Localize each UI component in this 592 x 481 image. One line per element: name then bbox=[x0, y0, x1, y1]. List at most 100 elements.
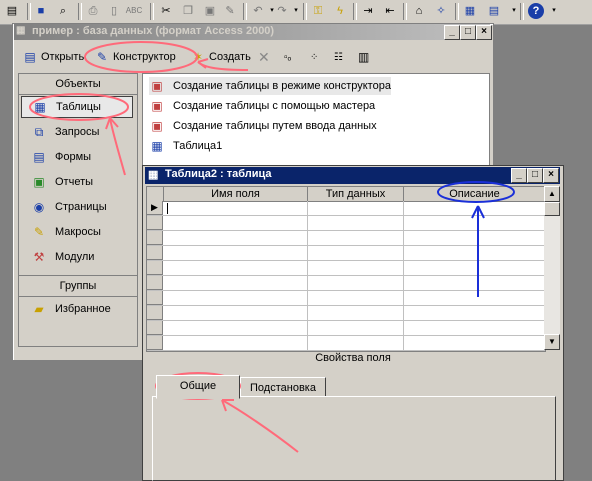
table-icon: ▦ bbox=[34, 100, 46, 114]
query-icon: ⧉ bbox=[34, 124, 44, 139]
nav-item-reports[interactable]: ▣ Отчеты bbox=[21, 171, 133, 193]
close-button[interactable]: × bbox=[543, 168, 559, 183]
design-icon: ✎ bbox=[96, 50, 108, 64]
grid-row[interactable] bbox=[147, 245, 545, 246]
tab-general[interactable]: Общие bbox=[156, 375, 240, 399]
details-view-icon[interactable]: ▥ bbox=[358, 48, 369, 66]
grid-row[interactable] bbox=[147, 305, 545, 306]
grid-row[interactable] bbox=[147, 320, 545, 321]
create-button[interactable]: ✶ Создать bbox=[190, 48, 251, 66]
grid-column-divider bbox=[403, 201, 404, 351]
nav-item-macros[interactable]: ✎ Макросы bbox=[21, 221, 133, 243]
small-icons-icon[interactable]: ⁘ bbox=[310, 48, 318, 66]
nav-item-label: Формы bbox=[55, 151, 92, 163]
report-icon: ▣ bbox=[33, 175, 45, 189]
list-item[interactable]: ▣ Создание таблицы с помощью мастера bbox=[149, 97, 375, 115]
key-icon[interactable]: ⚿ bbox=[310, 3, 326, 19]
scroll-up-button[interactable]: ▲ bbox=[544, 186, 560, 202]
paste-icon[interactable]: ▣ bbox=[202, 3, 218, 19]
nav-item-tables[interactable]: ▦ Таблицы bbox=[21, 96, 133, 118]
save-icon[interactable]: ■ bbox=[33, 3, 49, 19]
properties-icon[interactable]: ⌂ bbox=[411, 3, 427, 19]
grid-row[interactable] bbox=[147, 290, 545, 291]
toolbar-separator bbox=[403, 3, 407, 20]
grid-row[interactable] bbox=[147, 215, 545, 216]
list-item[interactable]: ▣ Создание таблицы путем ввода данных bbox=[149, 117, 376, 135]
minimize-button[interactable]: _ bbox=[444, 25, 460, 40]
row-selector[interactable] bbox=[147, 261, 163, 275]
datasheet-table-icon: ▣ bbox=[151, 119, 163, 133]
help-icon[interactable]: ? bbox=[528, 3, 544, 19]
nav-item-label: Избранное bbox=[55, 303, 111, 315]
nav-item-forms[interactable]: ▤ Формы bbox=[21, 146, 133, 168]
list-item[interactable]: ▦ Таблица1 bbox=[149, 137, 222, 155]
insert-rows-icon[interactable]: ⇥ bbox=[360, 3, 376, 19]
field-grid: Имя поля Тип данных Описание ▶ bbox=[146, 186, 546, 352]
table-icon: ▦ bbox=[148, 169, 159, 181]
row-selector[interactable] bbox=[147, 246, 163, 260]
wizard-table-icon: ▣ bbox=[151, 99, 163, 113]
row-selector[interactable] bbox=[147, 306, 163, 320]
design-table-icon: ▣ bbox=[151, 79, 163, 93]
text-cursor bbox=[167, 203, 168, 214]
grid-row[interactable] bbox=[147, 230, 545, 231]
help-dropdown-icon[interactable]: ▾ bbox=[546, 3, 562, 19]
nav-item-favorites[interactable]: ▰ Избранное bbox=[21, 298, 133, 320]
maximize-button[interactable]: □ bbox=[527, 168, 543, 183]
nav-item-queries[interactable]: ⧉ Запросы bbox=[21, 121, 133, 143]
row-selector[interactable] bbox=[147, 321, 163, 335]
close-button[interactable]: × bbox=[476, 25, 492, 40]
row-selector[interactable] bbox=[147, 216, 163, 230]
list-item[interactable]: ▣ Создание таблицы в режиме конструктора bbox=[149, 77, 391, 95]
toolbar-separator bbox=[520, 3, 524, 20]
table-design-titlebar[interactable]: ▦ Таблица2 : таблица _ □ × bbox=[145, 167, 560, 184]
row-selector[interactable] bbox=[147, 336, 163, 350]
large-icons-icon[interactable]: ▫ₒ bbox=[284, 48, 291, 66]
row-selector[interactable] bbox=[147, 291, 163, 305]
new-object-icon[interactable]: ▤ bbox=[486, 3, 502, 19]
toolbar-separator bbox=[243, 3, 247, 20]
grid-row[interactable] bbox=[147, 260, 545, 261]
open-button[interactable]: ▤ Открыть bbox=[22, 48, 84, 66]
copy-icon[interactable]: ❐ bbox=[180, 3, 196, 19]
row-selector[interactable] bbox=[147, 276, 163, 290]
spelling-icon[interactable]: ABC bbox=[126, 3, 142, 19]
window-title: Таблица2 : таблица bbox=[165, 168, 272, 180]
scroll-thumb[interactable] bbox=[544, 202, 560, 216]
redo-dropdown-icon[interactable]: ▾ bbox=[288, 3, 304, 19]
delete-icon[interactable]: ✕ bbox=[258, 48, 270, 66]
grid-column-divider bbox=[307, 201, 308, 351]
nav-item-label: Макросы bbox=[55, 226, 101, 238]
minimize-button[interactable]: _ bbox=[511, 168, 527, 183]
maximize-button[interactable]: □ bbox=[460, 25, 476, 40]
design-button[interactable]: ✎ Конструктор bbox=[94, 48, 176, 66]
row-selector[interactable]: ▶ bbox=[147, 201, 163, 215]
format-painter-icon[interactable]: ✎ bbox=[222, 3, 238, 19]
build-icon[interactable]: ✧ bbox=[433, 3, 449, 19]
standard-toolbar: ▤ ■ ⌕ ⎙ ▯ ABC ✂ ❐ ▣ ✎ ↶ ▾ ↷ ▾ ⚿ ϟ ⇥ ⇤ ⌂ … bbox=[0, 0, 592, 25]
database-window-titlebar[interactable]: ▦ пример : база данных (формат Access 20… bbox=[14, 24, 492, 40]
cut-icon[interactable]: ✂ bbox=[158, 3, 174, 19]
nav-item-pages[interactable]: ◉ Страницы bbox=[21, 196, 133, 218]
print-icon[interactable]: ⎙ bbox=[85, 3, 101, 19]
nav-item-label: Страницы bbox=[55, 201, 107, 213]
scroll-down-button[interactable]: ▼ bbox=[544, 334, 560, 350]
search-icon[interactable]: ⌕ bbox=[55, 3, 71, 19]
delete-rows-icon[interactable]: ⇤ bbox=[382, 3, 398, 19]
objects-header[interactable]: Объекты bbox=[19, 74, 137, 95]
database-window-icon[interactable]: ▦ bbox=[462, 3, 478, 19]
print-preview-icon[interactable]: ▯ bbox=[106, 3, 122, 19]
database-icon: ▦ bbox=[16, 25, 26, 36]
favorites-folder-icon: ▰ bbox=[34, 302, 44, 316]
new-doc-icon[interactable]: ▤ bbox=[4, 3, 20, 19]
lightning-icon[interactable]: ϟ bbox=[332, 3, 348, 19]
list-item-label: Создание таблицы с помощью мастера bbox=[173, 100, 376, 112]
vertical-scrollbar[interactable]: ▲ ▼ bbox=[544, 186, 560, 350]
grid-row[interactable] bbox=[147, 335, 545, 336]
grid-row[interactable] bbox=[147, 275, 545, 276]
row-selector[interactable] bbox=[147, 231, 163, 245]
list-view-icon[interactable]: ☷ bbox=[334, 48, 343, 66]
nav-item-modules[interactable]: ⚒ Модули bbox=[21, 246, 133, 268]
field-properties-label: Свойства поля bbox=[315, 352, 391, 364]
groups-header[interactable]: Группы bbox=[19, 275, 137, 297]
